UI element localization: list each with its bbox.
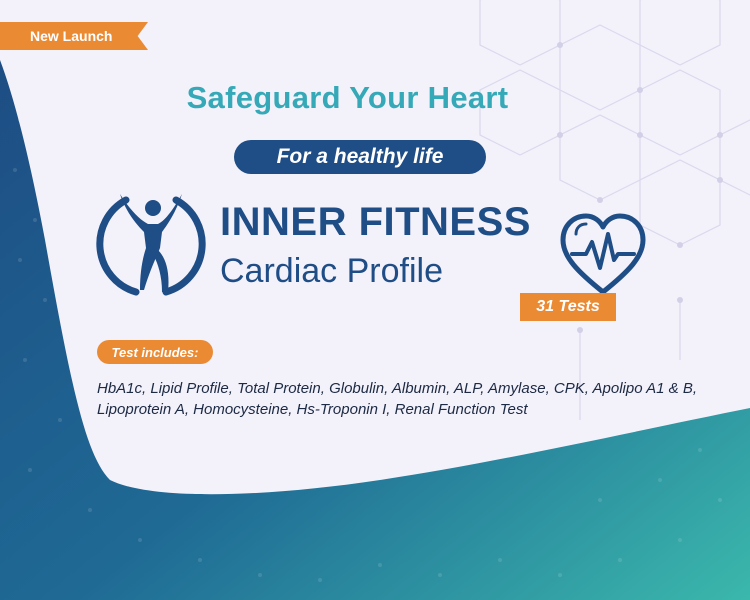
tests-count-badge: 31 Tests — [520, 293, 616, 321]
tagline-pill: For a healthy life — [234, 140, 486, 174]
ribbon-label: New Launch — [30, 28, 113, 44]
headline: Safeguard Your Heart — [186, 80, 509, 115]
new-launch-ribbon: New Launch — [0, 22, 148, 50]
tests-count-label: 31 Tests — [536, 298, 600, 315]
test-includes-label: Test includes: — [97, 340, 213, 364]
product-name: Cardiac Profile — [220, 252, 443, 290]
tagline-text: For a healthy life — [276, 145, 444, 168]
fitness-figure-icon — [96, 194, 206, 296]
tests-list: HbA1c, Lipid Profile, Total Protein, Glo… — [97, 380, 698, 418]
heart-pulse-icon — [560, 213, 646, 295]
includes-label-text: Test includes: — [111, 344, 199, 360]
brand-name: INNER FITNESS — [220, 200, 531, 244]
